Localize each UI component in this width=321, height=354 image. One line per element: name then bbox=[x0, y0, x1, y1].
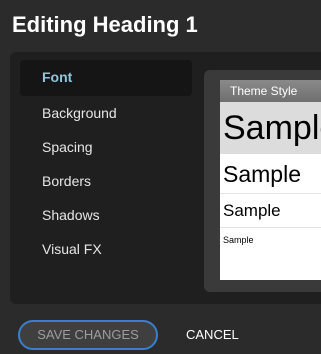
sidebar-item-borders[interactable]: Borders bbox=[20, 164, 192, 198]
sample-text-large: Sample bbox=[220, 102, 321, 154]
sample-text-medium: Sample bbox=[220, 154, 321, 194]
sidebar-item-spacing[interactable]: Spacing bbox=[20, 130, 192, 164]
dialog-title: Editing Heading 1 bbox=[12, 12, 198, 37]
preview-frame: Theme Style Sample Sample Sample Sample bbox=[204, 70, 321, 292]
sidebar-item-shadows[interactable]: Shadows bbox=[20, 198, 192, 232]
style-category-sidebar: Font Background Spacing Borders Shadows … bbox=[20, 60, 192, 266]
cancel-button[interactable]: CANCEL bbox=[186, 322, 239, 348]
save-changes-button[interactable]: SAVE CHANGES bbox=[18, 320, 158, 350]
sidebar-item-background[interactable]: Background bbox=[20, 96, 192, 130]
sample-text-tiny: Sample bbox=[223, 235, 254, 245]
theme-style-preview: Theme Style Sample Sample Sample Sample bbox=[220, 80, 321, 280]
theme-style-header: Theme Style bbox=[220, 80, 321, 102]
sample-text-small: Sample bbox=[220, 194, 321, 228]
sidebar-item-font[interactable]: Font bbox=[20, 60, 192, 96]
sidebar-item-visual-fx[interactable]: Visual FX bbox=[20, 232, 192, 266]
